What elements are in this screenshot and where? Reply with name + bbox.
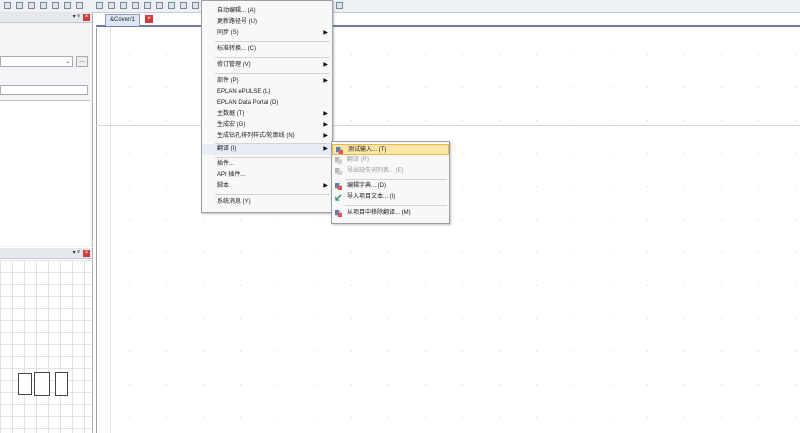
panel-close-icon[interactable]: ×: [83, 13, 90, 21]
toolbar-tool-icon[interactable]: [108, 2, 115, 9]
toolbar-tool-icon[interactable]: [4, 2, 11, 9]
macro-symbol-icon: [55, 372, 68, 396]
submenu-item-import-text[interactable]: 导入项目文本... (I): [332, 192, 449, 203]
menu-separator: [215, 157, 330, 158]
left-upper-panel: ▾ ᵠ × ⌄ …: [0, 12, 93, 247]
menu-item-drill-pattern[interactable]: 生成钻孔排列样式/轮廓线 (N) ▶: [202, 131, 332, 142]
submenu-arrow-icon: ▶: [323, 30, 328, 36]
tab-cover[interactable]: &Cover/1: [105, 14, 141, 26]
import-icon: [335, 194, 342, 201]
submenu-item-edit-dictionary[interactable]: 编辑字典... (D): [332, 181, 449, 192]
menu-item-scripts[interactable]: 脚本 ▶: [202, 181, 332, 192]
submenu-item-export-missing[interactable]: 导出缺失词列表... (E): [332, 166, 449, 177]
menu-separator: [215, 57, 330, 58]
menu-item-generate-macro[interactable]: 生成宏 (G) ▶: [202, 120, 332, 131]
panel-close-icon[interactable]: ×: [83, 249, 90, 257]
submenu-arrow-icon: ▶: [323, 146, 328, 152]
menu-item-sync[interactable]: 同步 (S) ▶: [202, 28, 332, 39]
submenu-arrow-icon: ▶: [323, 78, 328, 84]
panel-pin-icon[interactable]: ▾ ᵠ: [73, 249, 80, 257]
left-lower-panel: ▾ ᵠ ×: [0, 248, 93, 433]
toolbar-tool-icon[interactable]: [168, 2, 175, 9]
toolbar-tool-icon[interactable]: [120, 2, 127, 9]
menu-item-master-data[interactable]: 主数据 (T) ▶: [202, 109, 332, 120]
translate-icon: [335, 157, 342, 164]
toolbar-tool-icon[interactable]: [28, 2, 35, 9]
menu-item-data-portal[interactable]: EPLAN Data Portal (D): [202, 98, 332, 109]
panel-header: ▾ ᵠ ×: [0, 12, 92, 23]
menu-item-standard-convert[interactable]: 标准转换... (C): [202, 44, 332, 55]
menu-separator: [345, 179, 447, 180]
menu-item-plugins[interactable]: 插件...: [202, 159, 332, 170]
utilities-menu: 自动编辑... (A) 更新路径号 (U) 同步 (S) ▶ 标准转换... (C…: [201, 0, 333, 213]
menu-item-epulse[interactable]: EPLAN ePULSE (L): [202, 87, 332, 98]
toolbar-tool-icon[interactable]: [76, 2, 83, 9]
toolbar-tool-icon[interactable]: [40, 2, 47, 9]
menu-separator: [345, 205, 447, 206]
macro-symbol-icon: [34, 372, 50, 396]
menu-item-system-messages[interactable]: 系统消息 (Y): [202, 197, 332, 208]
menu-separator: [215, 73, 330, 74]
translate-submenu: 测试输入... (T) 翻译 (R) 导出缺失词列表... (E) 编辑字典..…: [331, 141, 450, 224]
canvas-guide-line: [110, 28, 111, 433]
menu-item-translate[interactable]: 翻译 (I) ▶: [202, 144, 332, 155]
toolbar-tool-icon[interactable]: [132, 2, 139, 9]
submenu-item-remove-translation[interactable]: 从项目中移除翻译... (M): [332, 208, 449, 219]
preview-grid: [0, 260, 92, 433]
menu-item-update-path[interactable]: 更新路径号 (U): [202, 17, 332, 28]
submenu-item-translate[interactable]: 翻译 (R): [332, 155, 449, 166]
toolbar-tool-icon[interactable]: [336, 2, 343, 9]
submenu-arrow-icon: ▶: [323, 122, 328, 128]
submenu-arrow-icon: ▶: [323, 111, 328, 117]
top-toolbar: [0, 0, 800, 13]
toolbar-tool-icon[interactable]: [52, 2, 59, 9]
toolbar-tool-icon[interactable]: [144, 2, 151, 9]
search-input[interactable]: [0, 85, 88, 95]
submenu-arrow-icon: ▶: [323, 62, 328, 68]
test-input-icon: [336, 147, 343, 154]
menu-item-revision[interactable]: 修订管理 (V) ▶: [202, 60, 332, 71]
remove-translation-icon: [335, 210, 342, 217]
submenu-arrow-icon: ▶: [323, 183, 328, 189]
tree-view[interactable]: [0, 100, 90, 246]
menu-item-parts[interactable]: 部件 (P) ▶: [202, 76, 332, 87]
macro-symbol-icon: [18, 373, 32, 395]
toolbar-tool-icon[interactable]: [16, 2, 23, 9]
menu-item-auto-edit[interactable]: 自动编辑... (A): [202, 6, 332, 17]
toolbar-tool-icon[interactable]: [192, 2, 199, 9]
menu-separator: [215, 194, 330, 195]
panel-header: ▾ ᵠ ×: [0, 248, 92, 259]
browse-button[interactable]: …: [76, 56, 88, 67]
export-list-icon: [335, 168, 342, 175]
toolbar-tool-icon[interactable]: [64, 2, 71, 9]
filter-combo[interactable]: ⌄: [0, 56, 73, 67]
chevron-down-icon: ⌄: [64, 59, 70, 65]
toolbar-tool-icon[interactable]: [156, 2, 163, 9]
menu-item-api-plugins[interactable]: API 插件...: [202, 170, 332, 181]
submenu-item-test-input[interactable]: 测试输入... (T): [332, 144, 449, 155]
dictionary-icon: [335, 183, 342, 190]
submenu-arrow-icon: ▶: [323, 133, 328, 139]
tab-close-icon[interactable]: ×: [145, 15, 153, 23]
toolbar-tool-icon[interactable]: [96, 2, 103, 9]
panel-pin-icon[interactable]: ▾ ᵠ: [73, 13, 80, 21]
menu-separator: [215, 41, 330, 42]
toolbar-tool-icon[interactable]: [180, 2, 187, 9]
